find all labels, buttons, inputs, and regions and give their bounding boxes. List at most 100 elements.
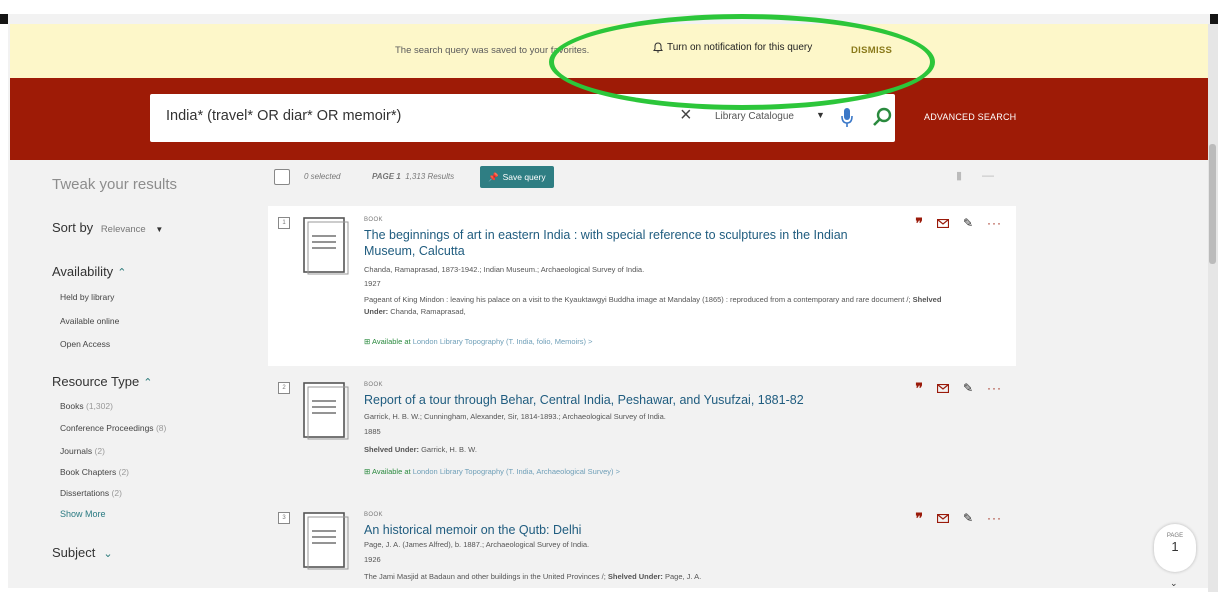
facet-item-label: Books xyxy=(60,401,84,411)
chevron-up-icon[interactable]: ⌃ xyxy=(143,377,152,389)
result-select-checkbox[interactable]: 3 xyxy=(278,512,290,524)
result-description: Shelved Under: Garrick, H. B. W. xyxy=(364,444,964,456)
email-icon[interactable] xyxy=(936,513,949,523)
availability-status[interactable]: ⊞ Available at London Library Topography… xyxy=(364,337,592,346)
save-query-button[interactable]: 📌 Save query xyxy=(480,166,554,188)
facet-item-dissertations[interactable]: Dissertations (2) xyxy=(60,488,122,498)
notification-toggle[interactable]: Turn on notification for this query xyxy=(653,42,812,53)
result-select-checkbox[interactable]: 2 xyxy=(278,382,290,394)
email-icon[interactable] xyxy=(936,383,949,393)
citation-icon[interactable]: ❞ xyxy=(915,381,923,395)
results-count: 1,313 Results xyxy=(405,172,455,181)
facet-item-journals[interactable]: Journals (2) xyxy=(60,446,105,456)
sort-by-control[interactable]: Sort by Relevance ▼ xyxy=(52,220,163,235)
availability-status[interactable]: ⊞ Available at London Library Topography… xyxy=(364,467,620,476)
book-icon xyxy=(303,512,349,570)
notice-message: The search query was saved to your favor… xyxy=(395,45,590,56)
microphone-icon[interactable] xyxy=(840,107,854,129)
scrollbar-thumb[interactable] xyxy=(1209,144,1216,264)
email-icon[interactable] xyxy=(936,218,949,228)
show-more-link[interactable]: Show More xyxy=(60,509,106,519)
result-title[interactable]: The beginnings of art in eastern India :… xyxy=(364,227,884,259)
save-query-label: Save query xyxy=(502,172,546,182)
chevron-down-icon[interactable]: ⌄ xyxy=(1170,578,1178,589)
more-options-icon[interactable]: ··· xyxy=(987,216,1002,230)
chevron-down-icon[interactable]: ⌄ xyxy=(103,548,112,560)
search-box: India* (travel* OR diar* OR memoir*) × L… xyxy=(150,94,895,142)
citation-icon[interactable]: ❞ xyxy=(915,511,923,525)
pin-icon[interactable]: ▮ xyxy=(956,169,962,182)
scrollbar[interactable] xyxy=(1208,24,1218,592)
resource-type-label: BOOK xyxy=(364,382,383,388)
pin-icon[interactable]: ✎ xyxy=(963,216,973,230)
facet-item-count: (2) xyxy=(111,488,122,498)
result-authors: Chanda, Ramaprasad, 1873-1942.; Indian M… xyxy=(364,265,645,274)
book-icon xyxy=(303,217,349,275)
facet-item-label: Dissertations xyxy=(60,488,110,498)
sort-value[interactable]: Relevance xyxy=(101,224,146,235)
chevron-down-icon[interactable]: ▼ xyxy=(816,110,825,120)
select-all-checkbox[interactable] xyxy=(274,169,290,185)
availability-location: London Library Topography (T. India, Arc… xyxy=(412,467,620,476)
result-year: 1926 xyxy=(364,555,381,564)
result-select-checkbox[interactable]: 1 xyxy=(278,217,290,229)
result-authors: Page, J. A. (James Alfred), b. 1887.; Ar… xyxy=(364,540,590,549)
caret-down-icon[interactable]: ▼ xyxy=(155,225,163,234)
more-options-icon[interactable]: ··· xyxy=(987,381,1002,395)
facet-availability[interactable]: Availability ⌃ xyxy=(52,264,126,279)
facet-item-held-by-library[interactable]: Held by library xyxy=(60,292,114,302)
saved-query-notice: The search query was saved to your favor… xyxy=(10,24,1208,78)
chevron-up-icon[interactable]: ⌃ xyxy=(117,267,126,279)
availability-icon: ⊞ xyxy=(364,467,371,476)
search-icon[interactable] xyxy=(872,106,894,128)
facet-item-books[interactable]: Books (1,302) xyxy=(60,401,113,411)
result-actions: ❞ ✎ ··· xyxy=(915,381,1002,395)
search-input[interactable]: India* (travel* OR diar* OR memoir*) xyxy=(166,108,401,124)
advanced-search-link[interactable]: ADVANCED SEARCH xyxy=(924,112,1016,122)
description-text: The Jami Masjid at Badaun and other buil… xyxy=(364,572,608,581)
facet-resource-type[interactable]: Resource Type ⌃ xyxy=(52,374,152,389)
result-year: 1927 xyxy=(364,279,381,288)
pin-icon[interactable]: ✎ xyxy=(963,511,973,525)
facet-item-count: (2) xyxy=(118,467,129,477)
facet-item-book-chapters[interactable]: Book Chapters (2) xyxy=(60,467,129,477)
result-item[interactable]: 1 BOOK The beginnings of art in eastern … xyxy=(268,206,1016,366)
shelved-under-value: Page, J. A. xyxy=(662,572,702,581)
facet-resource-type-label: Resource Type xyxy=(52,374,140,389)
page-indicator[interactable]: PAGE 1 xyxy=(1154,524,1196,572)
dismiss-button[interactable]: DISMISS xyxy=(851,45,892,56)
result-item[interactable]: 2 BOOK Report of a tour through Behar, C… xyxy=(268,371,1016,499)
result-title[interactable]: Report of a tour through Behar, Central … xyxy=(364,392,884,408)
more-options-icon[interactable]: ··· xyxy=(987,511,1002,525)
page-and-results: PAGE 1 1,313 Results xyxy=(372,172,454,181)
result-item[interactable]: 3 BOOK An historical memoir on the Qutb:… xyxy=(268,501,1016,588)
page-indicator-number: 1 xyxy=(1171,539,1179,554)
shelved-under-label: Shelved Under: xyxy=(607,572,663,581)
sort-label: Sort by xyxy=(52,220,94,235)
facet-item-count: (8) xyxy=(155,423,167,433)
resource-type-label: BOOK xyxy=(364,217,383,223)
facet-item-label: Book Chapters xyxy=(60,467,117,477)
result-actions: ❞ ✎ ··· xyxy=(915,511,1002,525)
result-title[interactable]: An historical memoir on the Qutb: Delhi xyxy=(364,522,884,538)
facet-item-conference-proceedings[interactable]: Conference Proceedings (8) xyxy=(60,423,166,433)
result-description: The Jami Masjid at Badaun and other buil… xyxy=(364,571,964,583)
resource-type-label: BOOK xyxy=(364,512,383,518)
clear-search-icon[interactable]: × xyxy=(680,104,692,127)
collapse-icon[interactable]: — xyxy=(982,168,994,182)
sidebar-title: Tweak your results xyxy=(52,176,178,193)
facet-item-open-access[interactable]: Open Access xyxy=(60,339,110,349)
pin-icon[interactable]: ✎ xyxy=(963,381,973,395)
page-label: PAGE 1 xyxy=(372,172,401,181)
shelved-under-value: Chanda, Ramaprasad, xyxy=(388,307,466,316)
results-toolbar: 0 selected PAGE 1 1,313 Results 📌 Save q… xyxy=(270,166,1010,190)
availability-label: Available at xyxy=(371,467,411,476)
facet-item-available-online[interactable]: Available online xyxy=(60,316,119,326)
citation-icon[interactable]: ❞ xyxy=(915,216,923,230)
facet-subject[interactable]: Subject ⌄ xyxy=(52,545,113,560)
search-scope-dropdown[interactable]: Library Catalogue xyxy=(715,111,794,122)
result-description: Pageant of King Mindon : leaving his pal… xyxy=(364,294,964,318)
facet-item-count: (1,302) xyxy=(86,401,113,411)
shelved-under-value: Garrick, H. B. W. xyxy=(419,445,477,454)
availability-label: Available at xyxy=(371,337,411,346)
